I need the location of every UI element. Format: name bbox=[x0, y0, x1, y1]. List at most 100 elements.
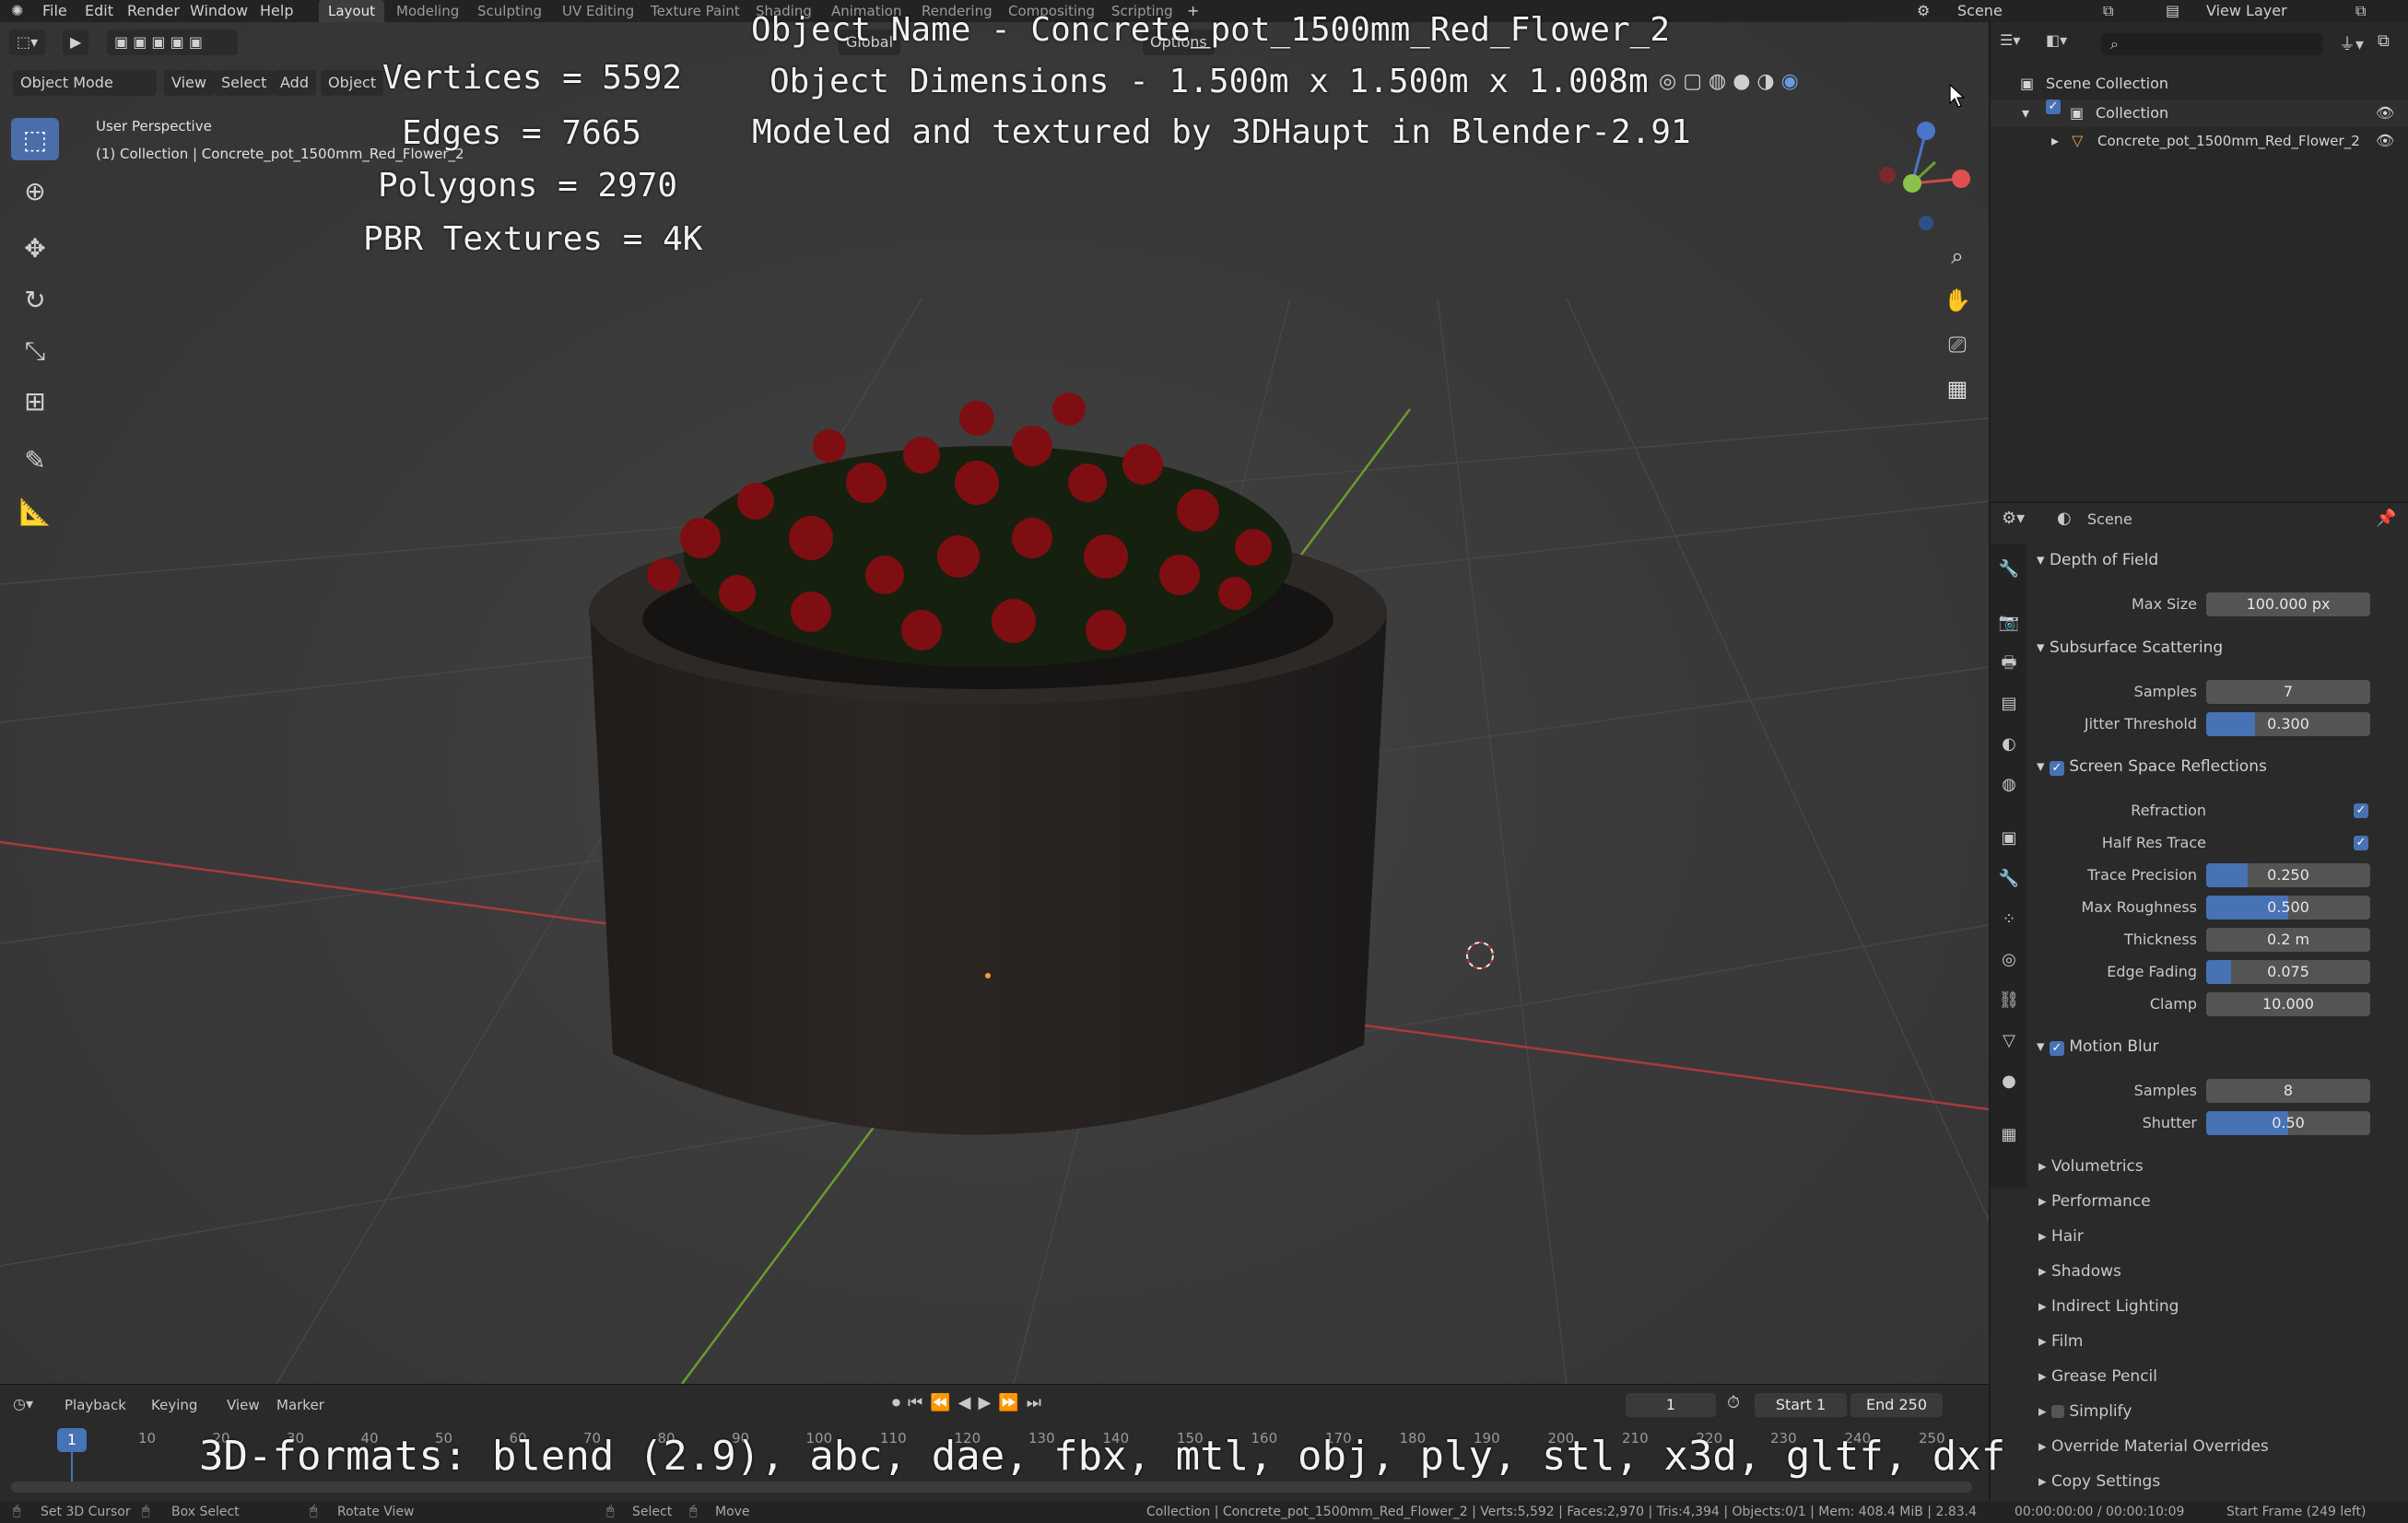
outliner-row-scene-collection[interactable]: ▣ Scene Collection bbox=[1991, 70, 2408, 98]
scene-selector-icon[interactable]: ⚙ bbox=[1917, 2, 1930, 19]
move-tool-icon[interactable]: ✥ bbox=[11, 227, 59, 269]
new-view-layer-icon[interactable]: ⧉ bbox=[2355, 2, 2366, 20]
viewport-shading-buttons[interactable]: ◎ ▢ ◍ ● ◑ ◉ bbox=[1659, 70, 1799, 98]
3d-cursor[interactable] bbox=[1466, 942, 1494, 969]
outliner-search-input[interactable]: ⌕ bbox=[2101, 33, 2322, 55]
edge-fading-slider[interactable]: 0.075 bbox=[2206, 960, 2370, 984]
play-icon[interactable]: ▶ bbox=[978, 1393, 998, 1412]
section-volumetrics[interactable]: ▸ Volumetrics bbox=[2038, 1157, 2144, 1176]
outliner-view-icon[interactable]: ◧▾ bbox=[2046, 31, 2067, 49]
xray-icon[interactable]: ▢ bbox=[1683, 70, 1702, 93]
next-keyframe-icon[interactable]: ⏩ bbox=[998, 1393, 1026, 1412]
mblur-samples-field[interactable]: 8 bbox=[2206, 1079, 2370, 1103]
blender-logo-icon[interactable]: ✺ bbox=[11, 2, 23, 19]
editor-type-icon[interactable]: ⬚▾ bbox=[9, 29, 46, 55]
timeline-menu-view[interactable]: View bbox=[227, 1397, 260, 1413]
motion-blur-checkbox[interactable]: ✓ bbox=[2049, 1041, 2064, 1056]
menu-file[interactable]: File bbox=[42, 2, 67, 19]
material-shading-icon[interactable]: ◑ bbox=[1756, 70, 1774, 93]
section-copy-settings[interactable]: ▸ Copy Settings bbox=[2038, 1472, 2160, 1491]
3d-viewport[interactable] bbox=[0, 22, 1989, 1384]
trace-precision-slider[interactable]: 0.250 bbox=[2206, 863, 2370, 887]
section-grease-pencil[interactable]: ▸ Grease Pencil bbox=[2038, 1367, 2157, 1386]
menu-help[interactable]: Help bbox=[260, 2, 293, 19]
thickness-field[interactable]: 0.2 m bbox=[2206, 928, 2370, 952]
sss-samples-field[interactable]: 7 bbox=[2206, 680, 2370, 704]
expand-arrow-icon[interactable]: ▸ bbox=[2051, 127, 2059, 155]
viewport-menu-select[interactable]: Select bbox=[214, 70, 275, 96]
playback-controls[interactable]: ⏺⏮⏪◀▶⏩⏭ bbox=[892, 1393, 1049, 1412]
pin-icon[interactable]: 📌 bbox=[2376, 509, 2396, 528]
solid-shading-icon[interactable]: ● bbox=[1733, 70, 1750, 93]
object-mode-dropdown[interactable]: Object Mode bbox=[13, 70, 157, 96]
section-shadows[interactable]: ▸ Shadows bbox=[2038, 1262, 2121, 1281]
half-res-trace-checkbox[interactable]: ✓ bbox=[2354, 836, 2368, 850]
camera-view-icon[interactable]: ⎚ bbox=[1939, 326, 1976, 363]
tab-modeling[interactable]: Modeling bbox=[387, 0, 468, 22]
start-frame-field[interactable]: Start 1 bbox=[1755, 1393, 1847, 1417]
timeline-editor-type-icon[interactable]: ◷▾ bbox=[13, 1395, 33, 1412]
output-tab-icon[interactable]: 🖶 bbox=[1998, 652, 2020, 674]
render-tab-icon[interactable]: 📷 bbox=[1998, 612, 2020, 634]
outliner-row-collection[interactable]: ▾ ✓ ▣ Collection 👁 bbox=[1991, 100, 2408, 127]
tool-tab-icon[interactable]: 🔧 bbox=[1998, 558, 2020, 580]
viewport-menu-object[interactable]: Object bbox=[321, 70, 384, 96]
section-performance[interactable]: ▸ Performance bbox=[2038, 1192, 2151, 1211]
timeline-menu-keying[interactable]: Keying bbox=[151, 1397, 197, 1413]
timeline-menu-playback[interactable]: Playback bbox=[65, 1397, 126, 1413]
data-tab-icon[interactable]: ▽ bbox=[1998, 1030, 2020, 1052]
view-layer-icon[interactable]: ▤ bbox=[2166, 2, 2179, 19]
wireframe-shading-icon[interactable]: ◍ bbox=[1709, 70, 1726, 93]
section-depth-of-field[interactable]: ▾ Depth of Field bbox=[2037, 551, 2158, 569]
play-reverse-icon[interactable]: ◀ bbox=[958, 1393, 979, 1412]
menu-edit[interactable]: Edit bbox=[85, 2, 113, 19]
ssr-checkbox[interactable]: ✓ bbox=[2049, 761, 2064, 776]
new-collection-icon[interactable]: ⧉ bbox=[2378, 31, 2390, 51]
new-scene-icon[interactable]: ⧉ bbox=[2103, 2, 2113, 20]
section-simplify[interactable]: ▸ Simplify bbox=[2038, 1402, 2132, 1421]
timeline-menu-marker[interactable]: Marker bbox=[276, 1397, 324, 1413]
playhead-frame-indicator[interactable]: 1 bbox=[57, 1428, 87, 1452]
visibility-eye-icon[interactable]: 👁 bbox=[2376, 127, 2394, 155]
stopwatch-icon[interactable]: ⏱ bbox=[1727, 1393, 1740, 1412]
refraction-checkbox[interactable]: ✓ bbox=[2354, 803, 2368, 818]
view-layer-name[interactable]: View Layer bbox=[2206, 2, 2287, 19]
rotate-tool-icon[interactable]: ↻ bbox=[11, 278, 59, 321]
tab-uv-editing[interactable]: UV Editing bbox=[553, 0, 643, 22]
navigation-gizmo[interactable] bbox=[1871, 114, 1972, 234]
tab-layout[interactable]: Layout bbox=[319, 0, 384, 22]
tab-sculpting[interactable]: Sculpting bbox=[468, 0, 551, 22]
section-material-overrides[interactable]: ▸ Override Material Overrides bbox=[2038, 1437, 2269, 1456]
outliner-display-mode-icon[interactable]: ☰▾ bbox=[2000, 31, 2020, 49]
select-tool-icon[interactable]: ⬚ bbox=[11, 118, 59, 160]
viewport-menu-add[interactable]: Add bbox=[273, 70, 316, 96]
scene-tab-icon[interactable]: ◐ bbox=[1998, 733, 2020, 756]
jump-start-icon[interactable]: ⏮ bbox=[908, 1393, 930, 1412]
section-indirect-lighting[interactable]: ▸ Indirect Lighting bbox=[2038, 1297, 2179, 1316]
pan-hand-icon[interactable]: ✋ bbox=[1939, 282, 1976, 319]
expand-arrow-icon[interactable]: ▾ bbox=[2022, 100, 2029, 127]
cursor-tool-icon[interactable]: ⊕ bbox=[11, 170, 59, 212]
simplify-checkbox[interactable] bbox=[2050, 1405, 2064, 1418]
shutter-slider[interactable]: 0.50 bbox=[2206, 1111, 2370, 1135]
rendered-shading-icon[interactable]: ◉ bbox=[1781, 70, 1799, 93]
transform-tool-icon[interactable]: ⊞ bbox=[11, 380, 59, 422]
world-tab-icon[interactable]: ◍ bbox=[1998, 774, 2020, 796]
viewport-menu-view[interactable]: View bbox=[164, 70, 214, 96]
tab-texture-paint[interactable]: Texture Paint bbox=[641, 0, 749, 22]
outliner-row-object[interactable]: ▸ ▽ Concrete_pot_1500mm_Red_Flower_2 👁 bbox=[1991, 127, 2408, 155]
clamp-field[interactable]: 10.000 bbox=[2206, 992, 2370, 1016]
menu-window[interactable]: Window bbox=[190, 2, 248, 19]
current-frame-field[interactable]: 1 bbox=[1626, 1393, 1716, 1417]
section-motion-blur[interactable]: ▾ ✓ Motion Blur bbox=[2037, 1037, 2159, 1056]
properties-editor-type-icon[interactable]: ⚙▾ bbox=[2002, 509, 2025, 528]
menu-render[interactable]: Render bbox=[127, 2, 180, 19]
timeline-scrollbar[interactable] bbox=[11, 1482, 1972, 1493]
measure-tool-icon[interactable]: 📐 bbox=[11, 490, 59, 533]
select-mode-icon[interactable]: ▶ bbox=[63, 29, 89, 55]
filter-icon[interactable]: ⏚▾ bbox=[2339, 31, 2364, 55]
overlay-icon[interactable]: ◎ bbox=[1659, 70, 1676, 93]
selection-mode-buttons[interactable]: ▣ ▣ ▣ ▣ ▣ bbox=[107, 29, 238, 55]
zoom-icon[interactable]: ⌕ bbox=[1939, 238, 1976, 275]
scale-tool-icon[interactable]: ⤡ bbox=[11, 330, 59, 372]
